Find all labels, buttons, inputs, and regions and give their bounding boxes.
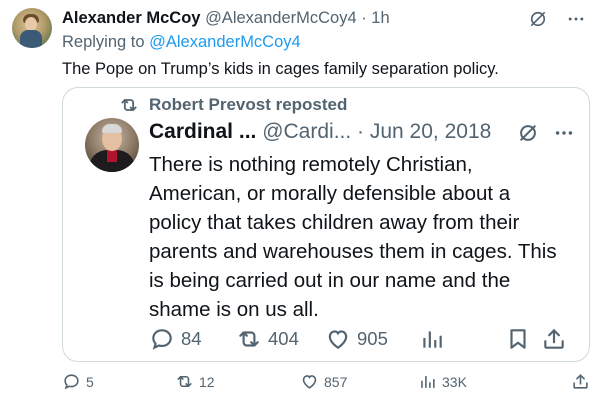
views-count: 33K xyxy=(442,373,467,390)
tweet-header: Alexander McCoy @AlexanderMcCoy4 · 1h xyxy=(62,7,390,29)
quote-views-button[interactable] xyxy=(419,326,445,352)
quote-action-bar: 84 404 905 xyxy=(149,326,575,354)
quote-text-line: American, or morally defensible about a xyxy=(149,182,511,205)
quote-like-count: 905 xyxy=(357,328,388,349)
views-icon xyxy=(423,331,442,348)
like-icon xyxy=(302,375,317,389)
quote-bookmark-button[interactable] xyxy=(505,326,531,352)
quote-repost-button[interactable]: 404 xyxy=(236,326,299,352)
quote-text-line: shame is on us all. xyxy=(149,298,319,321)
quote-share-button[interactable] xyxy=(541,326,567,352)
quote-top-icons xyxy=(517,122,575,144)
quote-author-avatar[interactable] xyxy=(85,118,139,172)
tweet-top-icons xyxy=(528,9,586,29)
replying-to: Replying to @AlexanderMcCoy4 xyxy=(62,33,301,52)
quote-text: There is nothing remotely Christian, Ame… xyxy=(149,150,579,324)
quoted-tweet-card[interactable]: Robert Prevost reposted Cardinal ... @Ca… xyxy=(62,87,590,362)
quote-author-name[interactable]: Cardinal ... xyxy=(149,120,256,143)
replying-prefix: Replying to xyxy=(62,33,150,51)
author-handle[interactable]: @AlexanderMcCoy4 xyxy=(205,9,357,27)
repost-icon xyxy=(177,375,192,388)
repost-button[interactable]: 12 xyxy=(175,372,215,391)
grok-icon[interactable] xyxy=(528,9,548,29)
more-icon[interactable] xyxy=(566,9,586,29)
repost-context: Robert Prevost reposted xyxy=(119,95,347,115)
bookmark-icon xyxy=(510,329,526,349)
quote-text-line: parents and warehouses them in cages. Th… xyxy=(149,240,557,263)
author-avatar[interactable] xyxy=(12,8,52,48)
views-button[interactable]: 33K xyxy=(418,372,467,391)
like-count: 857 xyxy=(324,373,348,390)
quote-header: Cardinal ... @Cardi... · Jun 20, 2018 xyxy=(149,118,491,146)
share-button[interactable] xyxy=(571,372,590,391)
quote-text-line: There is nothing remotely Christian, xyxy=(149,153,473,176)
tweet-time[interactable]: · 1h xyxy=(357,9,389,27)
repost-icon xyxy=(239,331,259,347)
share-icon xyxy=(573,374,588,389)
quote-reply-count: 84 xyxy=(181,328,202,349)
reply-icon xyxy=(64,374,79,390)
repost-label[interactable]: Robert Prevost reposted xyxy=(149,95,347,115)
quote-like-button[interactable]: 905 xyxy=(325,326,388,352)
reply-count: 5 xyxy=(86,373,94,390)
like-button[interactable]: 857 xyxy=(300,372,347,391)
replying-mention[interactable]: @AlexanderMcCoy4 xyxy=(149,33,301,51)
quote-text-line: is being carried out in our name and the xyxy=(149,269,511,292)
quote-reply-button[interactable]: 84 xyxy=(149,326,202,352)
quote-handle-date[interactable]: @Cardi... · Jun 20, 2018 xyxy=(262,120,491,143)
author-name[interactable]: Alexander McCoy xyxy=(62,9,200,27)
quote-repost-count: 404 xyxy=(268,328,299,349)
grok-icon[interactable] xyxy=(517,122,539,144)
share-icon xyxy=(544,329,564,349)
tweet-action-bar: 5 12 857 33K xyxy=(62,372,590,396)
repost-count: 12 xyxy=(199,373,215,390)
quote-text-line: policy that takes children away from the… xyxy=(149,211,520,234)
views-icon xyxy=(421,375,435,388)
reply-icon xyxy=(152,329,172,350)
more-icon[interactable] xyxy=(553,122,575,144)
reply-button[interactable]: 5 xyxy=(62,372,94,391)
like-icon xyxy=(328,330,348,349)
tweet-text: The Pope on Trump’s kids in cages family… xyxy=(62,60,499,78)
repost-icon xyxy=(121,99,137,111)
